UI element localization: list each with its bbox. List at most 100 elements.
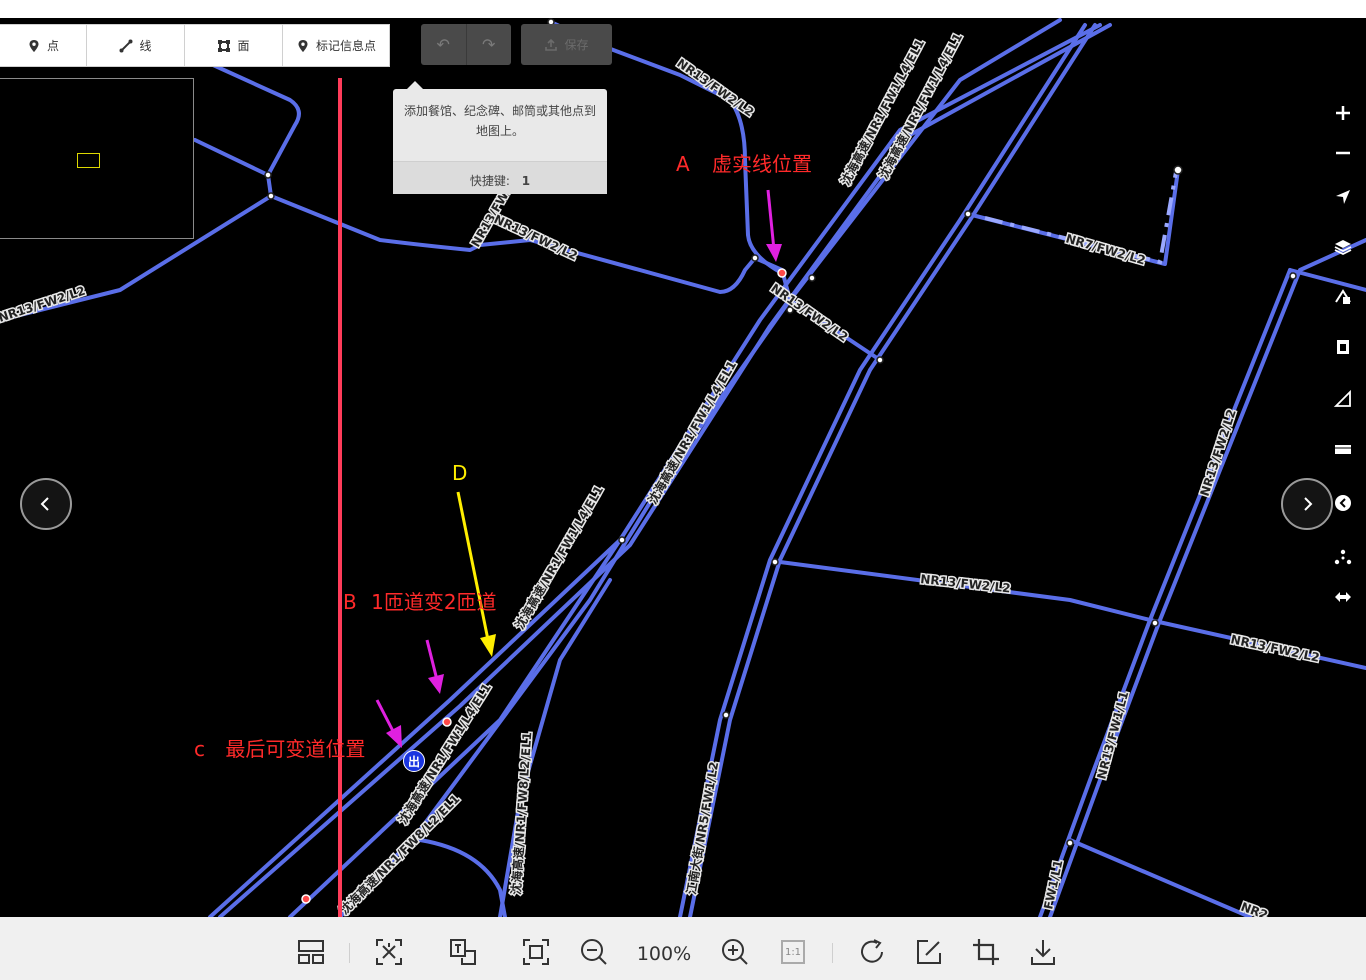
annotation-c-letter: c bbox=[194, 737, 205, 761]
annotation-c-text: 最后可变道位置 bbox=[225, 737, 366, 761]
add-line-button[interactable]: 线 bbox=[87, 25, 185, 66]
add-area-button[interactable]: 面 bbox=[185, 25, 283, 66]
actual-size-button[interactable]: 1:1 bbox=[778, 937, 808, 967]
translate-button[interactable] bbox=[446, 937, 480, 967]
fit-screen-icon bbox=[523, 939, 549, 965]
translate-icon bbox=[450, 939, 476, 965]
red-guide-line bbox=[338, 78, 342, 917]
tooltip-arrow bbox=[407, 81, 423, 89]
marker-icon bbox=[298, 39, 308, 52]
zoom-in-icon bbox=[1336, 106, 1350, 120]
download-button[interactable] bbox=[1027, 937, 1059, 967]
save-button[interactable]: 保存 bbox=[521, 24, 612, 65]
map-canvas[interactable]: NR13/FW2/L2 NR13/FW2/L2 NR13/FW2/L2 NR13… bbox=[0, 18, 1366, 917]
shortcut-label: 快捷键: bbox=[469, 174, 510, 188]
road-segment bbox=[966, 168, 1180, 266]
annotation-d-letter: D bbox=[452, 461, 468, 485]
road-label: 沈海高速/NR1/FW8/L2/EL1 bbox=[508, 731, 534, 895]
zoom-out-button[interactable] bbox=[578, 937, 610, 967]
annotation-c: c 最后可变道位置 bbox=[194, 737, 365, 761]
edit-toolbar: 点 线 面 标记信息点 bbox=[0, 24, 390, 67]
locate-control[interactable] bbox=[1324, 182, 1362, 212]
redo-button[interactable]: ↷ bbox=[467, 24, 512, 65]
exit-marker[interactable]: 出 bbox=[403, 750, 425, 772]
measure-control[interactable] bbox=[1324, 384, 1362, 414]
annotation-b-letter: B bbox=[343, 590, 357, 614]
redo-icon: ↷ bbox=[482, 35, 496, 54]
road-segment bbox=[178, 48, 301, 198]
minimap[interactable] bbox=[0, 78, 194, 239]
map-pin-icon bbox=[29, 39, 39, 52]
zoom-in-button[interactable] bbox=[719, 937, 751, 967]
background-control[interactable] bbox=[1324, 542, 1362, 572]
zoom-in-icon bbox=[722, 939, 748, 965]
add-point-tooltip: 添加餐馆、纪念碑、邮筒或其他点到地图上。 快捷键: 1 bbox=[393, 81, 607, 194]
help-control[interactable] bbox=[1324, 488, 1362, 518]
annotation-a: A 虚实线位置 bbox=[676, 152, 812, 176]
annotation-b-text: 1匝道变2匝道 bbox=[371, 590, 497, 614]
road-label: NR13/FW2/L2 bbox=[492, 212, 580, 263]
annotation-a-letter: A bbox=[676, 152, 690, 176]
line-icon bbox=[119, 39, 133, 52]
add-area-label: 面 bbox=[237, 39, 250, 53]
history-icon bbox=[1335, 445, 1351, 454]
road-label: NR13/FW2/L2 bbox=[1229, 632, 1320, 665]
chevron-right-icon bbox=[1304, 497, 1313, 511]
zoom-level: 100% bbox=[636, 943, 692, 965]
map-data-control[interactable] bbox=[1324, 282, 1362, 312]
shortcut-key: 1 bbox=[521, 174, 531, 188]
road-label: NR2 bbox=[1239, 900, 1270, 917]
history-buttons: ↶ ↷ bbox=[421, 24, 511, 65]
road-segment bbox=[193, 138, 270, 177]
save-label: 保存 bbox=[564, 38, 589, 52]
area-icon bbox=[218, 39, 231, 52]
road-label: 江南大街/NR5/FW1/L2 bbox=[683, 760, 721, 895]
layers-control[interactable] bbox=[1324, 232, 1362, 262]
layout-button[interactable] bbox=[295, 937, 327, 967]
road-segment bbox=[418, 838, 507, 917]
crop-icon bbox=[973, 939, 999, 965]
add-point-label: 点 bbox=[46, 39, 59, 53]
image-viewer-toolbar: 100% 1:1 bbox=[0, 917, 1366, 980]
add-marker-button[interactable]: 标记信息点 bbox=[283, 25, 389, 66]
crop-button[interactable] bbox=[970, 937, 1002, 967]
add-point-button[interactable]: 点 bbox=[0, 25, 87, 66]
zoom-out-icon bbox=[1336, 151, 1350, 155]
preferences-icon bbox=[1334, 549, 1352, 565]
undo-button[interactable]: ↶ bbox=[421, 24, 467, 65]
road-segment bbox=[208, 23, 1102, 917]
previous-image-button[interactable] bbox=[20, 478, 72, 530]
rotate-button[interactable] bbox=[855, 937, 889, 967]
zoom-out-control[interactable] bbox=[1324, 138, 1362, 168]
tooltip-text: 添加餐馆、纪念碑、邮筒或其他点到地图上。 bbox=[403, 104, 596, 138]
road-label: NR13/FW1/L1 bbox=[1094, 690, 1131, 781]
measure-icon bbox=[1333, 389, 1351, 407]
extract-text-button[interactable] bbox=[372, 937, 406, 967]
history-panel-control[interactable] bbox=[1324, 434, 1362, 464]
zoom-in-control[interactable] bbox=[1324, 98, 1362, 128]
zoom-out-icon bbox=[581, 939, 607, 965]
undo-icon: ↶ bbox=[436, 35, 450, 54]
fit-screen-button[interactable] bbox=[520, 937, 552, 967]
minimap-viewport[interactable] bbox=[77, 153, 100, 168]
road-label: 沈海高速/NR1/FW1/L4/EL1 bbox=[645, 358, 740, 507]
edit-button[interactable] bbox=[913, 937, 945, 967]
add-line-label: 线 bbox=[139, 39, 152, 53]
issues-control[interactable] bbox=[1324, 332, 1362, 362]
swap-control[interactable] bbox=[1324, 582, 1362, 612]
add-marker-label: 标记信息点 bbox=[315, 39, 376, 53]
annotation-a-text: 虚实线位置 bbox=[712, 152, 813, 176]
locate-icon bbox=[1336, 190, 1350, 204]
road-label: NR13/FW2/L2 bbox=[1198, 408, 1239, 498]
layout-icon bbox=[298, 940, 324, 964]
top-strip bbox=[0, 0, 1366, 18]
swap-icon bbox=[1335, 592, 1351, 602]
edit-icon bbox=[917, 940, 941, 964]
annotation-b: B 1匝道变2匝道 bbox=[343, 590, 497, 614]
rotate-icon bbox=[861, 939, 883, 963]
upload-icon bbox=[545, 38, 558, 51]
issues-icon bbox=[1337, 340, 1349, 354]
road-segment bbox=[1048, 238, 1366, 917]
map-data-icon bbox=[1335, 289, 1351, 304]
road-label: NR13/FW2/L2 bbox=[674, 56, 756, 119]
